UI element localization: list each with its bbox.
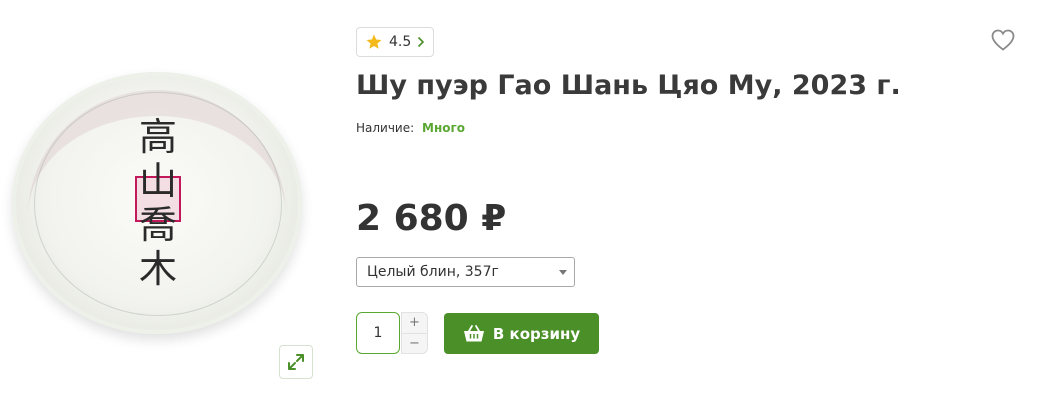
heart-icon — [991, 29, 1015, 51]
favorite-button[interactable] — [990, 28, 1016, 52]
product-image[interactable]: 高 山 喬 木 — [12, 72, 302, 334]
wrapper-char: 木 — [138, 247, 177, 291]
variant-select-value: Целый блин, 357г — [367, 264, 499, 280]
product-price: 2 680 ₽ — [356, 198, 507, 239]
quantity-increase-button[interactable]: + — [402, 313, 427, 333]
basket-icon — [463, 324, 484, 341]
add-to-cart-button[interactable]: В корзину — [444, 313, 599, 354]
availability-value: Много — [422, 121, 465, 135]
rating-value: 4.5 — [389, 34, 412, 50]
wrapper-char: 喬 — [138, 203, 177, 247]
expand-icon — [288, 354, 304, 370]
wrapper-char: 山 — [138, 159, 177, 203]
wrapper-char: 高 — [138, 115, 177, 159]
star-icon — [366, 34, 382, 49]
quantity-stepper: + − — [401, 312, 428, 354]
availability: Наличие: Много — [356, 121, 465, 135]
product-title: Шу пуэр Гао Шань Цяо Му, 2023 г. — [356, 70, 901, 101]
rating-badge[interactable]: 4.5 — [356, 27, 435, 57]
quantity-input[interactable]: 1 — [356, 312, 400, 354]
caret-down-icon — [559, 270, 567, 275]
expand-image-button[interactable] — [279, 345, 313, 379]
chevron-right-icon — [418, 36, 425, 48]
quantity-decrease-button[interactable]: − — [402, 332, 427, 354]
variant-select[interactable]: Целый блин, 357г — [356, 257, 575, 287]
add-to-cart-label: В корзину — [492, 324, 581, 343]
product-image-area: 高 山 喬 木 — [0, 0, 330, 405]
wrapper-title: 高 山 喬 木 — [122, 115, 194, 291]
availability-label: Наличие: — [356, 121, 415, 135]
